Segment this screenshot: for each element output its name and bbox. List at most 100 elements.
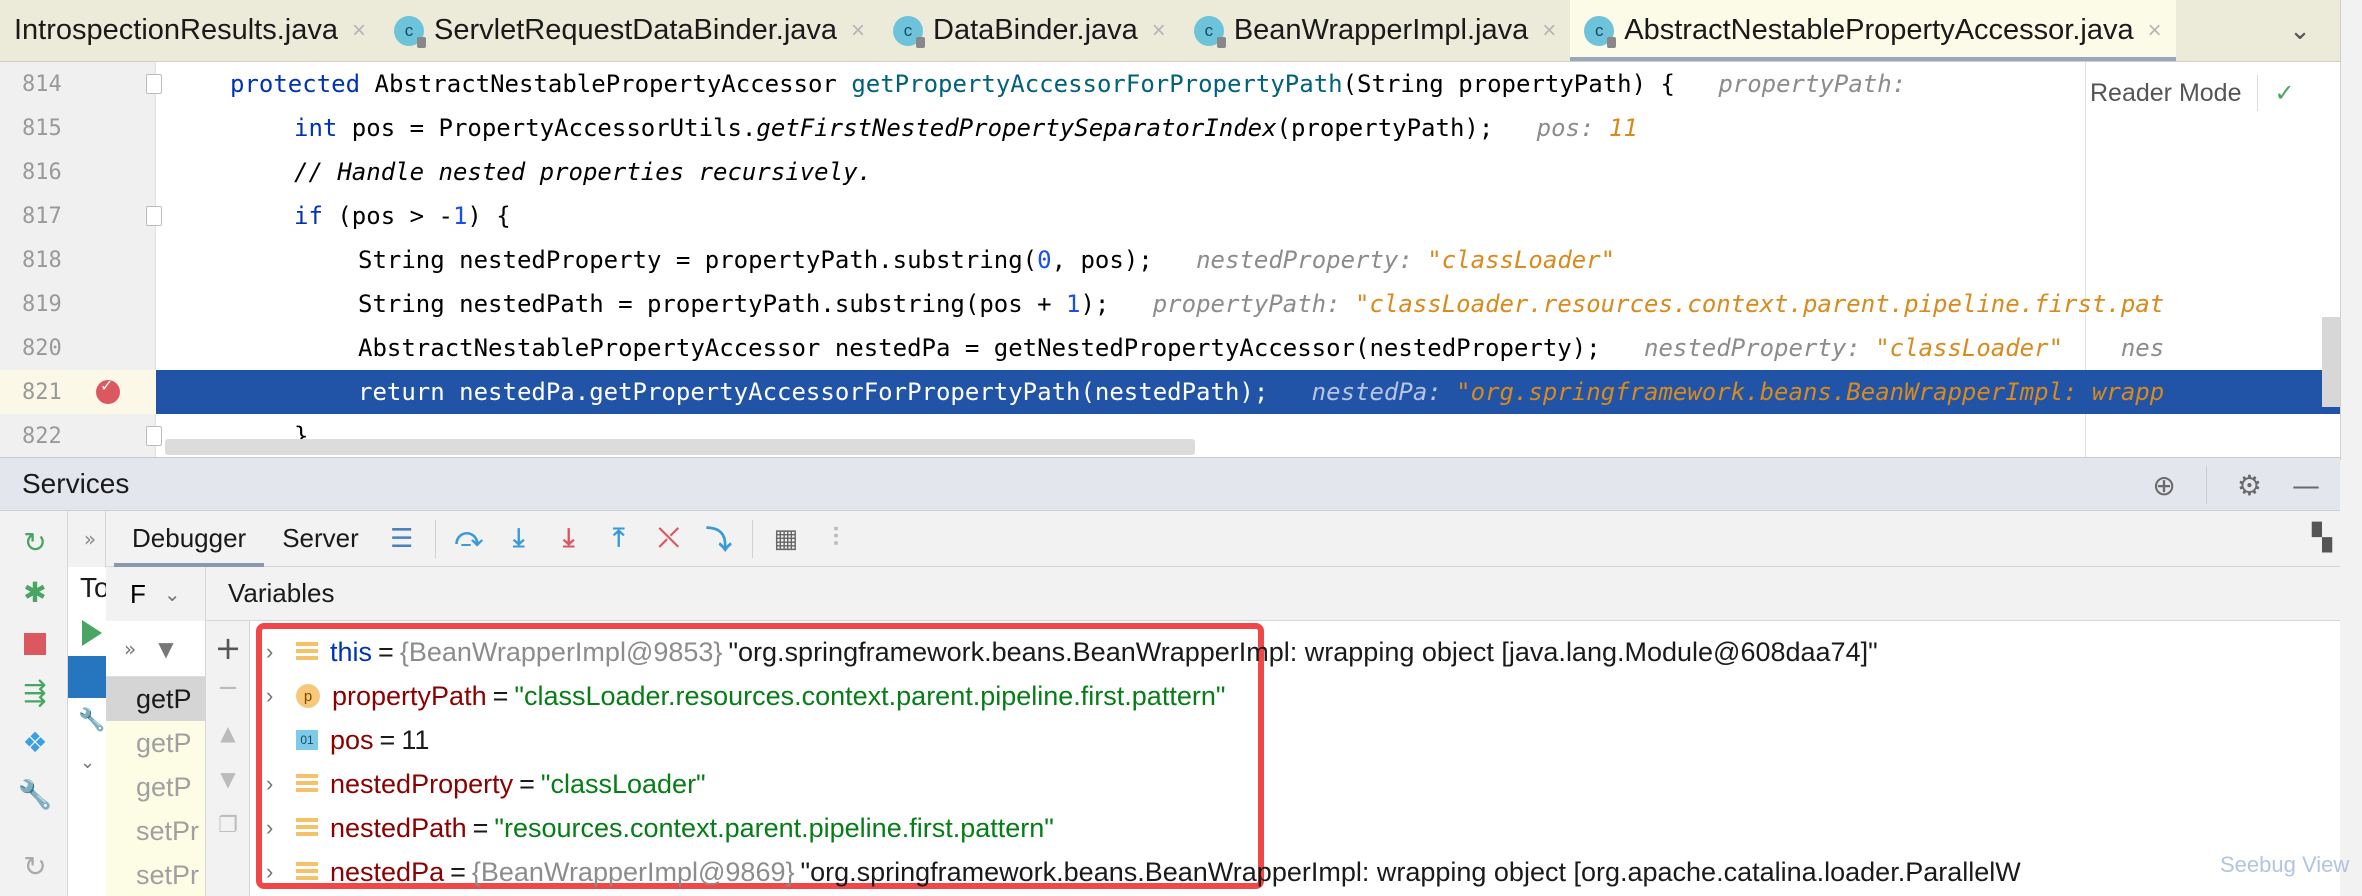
variable-name: pos xyxy=(330,724,374,755)
debug-bug-icon[interactable]: ✱ xyxy=(20,576,50,609)
expand-arrow-icon[interactable]: › xyxy=(266,683,296,709)
code-line[interactable]: 815 int pos = PropertyAccessorUtils.getF… xyxy=(0,106,2340,150)
expand-arrow-icon[interactable]: › xyxy=(266,859,296,885)
code-line[interactable]: 817 if (pos > -1) { xyxy=(0,194,2340,238)
selected-tree-item[interactable] xyxy=(68,656,106,698)
code-text: AbstractNestablePropertyAccessor nestedP… xyxy=(358,334,2165,362)
services-tool-strip: ↻ ✱ ⇶ ❖ 🔧 ↻ xyxy=(0,511,68,896)
variable-row[interactable]: › nestedPath = "resources.context.parent.pi… xyxy=(266,806,1054,850)
fold-marker-icon[interactable] xyxy=(146,426,162,446)
tab-introspection-results[interactable]: IntrospectionResults.java × xyxy=(0,0,380,61)
more-tabs-icon[interactable]: » xyxy=(76,527,104,551)
code-text: String nestedPath = propertyPath.substri… xyxy=(358,290,2165,318)
tab-bean-wrapper-impl[interactable]: c BeanWrapperImpl.java × xyxy=(1180,0,1570,61)
evaluate-expression-icon[interactable]: ▦ xyxy=(768,519,804,559)
reader-mode-toggle[interactable]: Reader Mode ✓ xyxy=(2090,62,2310,124)
copy-icon[interactable]: ❐ xyxy=(214,813,242,838)
equals-sign: = xyxy=(379,724,396,755)
gear-icon[interactable]: ⚙ xyxy=(2237,469,2262,502)
stop-icon[interactable] xyxy=(20,629,50,659)
breakpoint-icon[interactable] xyxy=(96,376,120,404)
equals-sign: = xyxy=(519,768,535,799)
current-execution-line[interactable]: 821 return nestedPa.getPropertyAccessorF… xyxy=(0,370,2340,414)
code-line[interactable]: 818 String nestedProperty = propertyPath… xyxy=(0,238,2340,282)
chevron-down-icon[interactable]: ⌄ xyxy=(2270,0,2330,61)
frame-item[interactable]: getP xyxy=(106,677,205,721)
variable-row[interactable]: › this = {BeanWrapperImpl@9853} "org.springf… xyxy=(266,630,1878,674)
remove-watch-icon[interactable]: − xyxy=(214,673,242,703)
force-step-into-icon[interactable]: ⤓ xyxy=(551,519,587,559)
inline-debug-hint: nestedPa: xyxy=(1311,378,1457,406)
frame-item[interactable]: setPr xyxy=(106,853,205,896)
trace-current-stream-icon[interactable]: ⫶ xyxy=(818,519,854,559)
step-into-icon[interactable]: ⤓ xyxy=(501,519,537,559)
chevron-down-icon[interactable]: ⌄ xyxy=(80,752,95,773)
editor-tab-bar: IntrospectionResults.java × c ServletReq… xyxy=(0,0,2340,62)
move-down-icon[interactable]: ▼ xyxy=(214,767,242,791)
tab-label: IntrospectionResults.java xyxy=(14,14,338,46)
code-line[interactable]: 819 String nestedPath = propertyPath.sub… xyxy=(0,282,2340,326)
expand-arrow-icon[interactable]: › xyxy=(266,771,296,797)
reader-mode-label[interactable]: Reader Mode xyxy=(2090,79,2241,108)
deploy-icon[interactable]: ⇶ xyxy=(20,676,50,709)
code-line[interactable]: 820 AbstractNestablePropertyAccessor nes… xyxy=(0,326,2340,370)
frame-item[interactable]: setPr xyxy=(106,809,205,853)
parameter-icon: p xyxy=(296,684,320,708)
frame-item[interactable]: getP xyxy=(106,765,205,809)
horizontal-scrollbar[interactable] xyxy=(165,439,1195,455)
tab-server[interactable]: Server xyxy=(264,511,377,567)
code-line[interactable]: 814 protected AbstractNestablePropertyAc… xyxy=(0,62,2340,106)
frames-header[interactable]: F ⌄ xyxy=(106,567,206,621)
more-icon[interactable]: » xyxy=(124,637,136,661)
move-up-icon[interactable]: ▲ xyxy=(214,721,242,745)
tab-abstract-nestable-property-accessor[interactable]: c AbstractNestablePropertyAccessor.java … xyxy=(1570,0,2176,61)
step-out-icon[interactable]: ⤒ xyxy=(601,519,637,559)
fold-marker-icon[interactable] xyxy=(146,74,162,94)
show-execution-point-icon[interactable]: ☰ xyxy=(384,519,420,559)
variable-row[interactable]: › p propertyPath = "classLoader.resources.co… xyxy=(266,674,1225,718)
frame-item[interactable]: getP xyxy=(106,721,205,765)
add-watch-icon[interactable]: + xyxy=(214,629,242,667)
inline-debug-hint: propertyPath: xyxy=(1152,290,1356,318)
group-services-icon[interactable]: ❖ xyxy=(20,726,50,759)
tab-label: ServletRequestDataBinder.java xyxy=(434,14,838,46)
rerun-icon[interactable]: ↻ xyxy=(20,526,50,559)
expand-arrow-icon[interactable]: › xyxy=(266,639,296,665)
tab-servlet-request-data-binder[interactable]: c ServletRequestDataBinder.java × xyxy=(380,0,879,61)
variable-row[interactable]: › nestedPa = {BeanWrapperImpl@9869} "org.spr… xyxy=(266,850,2021,894)
close-icon[interactable]: × xyxy=(851,17,865,45)
close-icon[interactable]: × xyxy=(352,17,366,45)
equals-sign: = xyxy=(472,812,489,843)
crosshair-icon[interactable]: ⊕ xyxy=(2152,469,2175,502)
chevron-down-icon[interactable]: ⌄ xyxy=(164,582,181,607)
run-to-cursor-icon[interactable]: ⤵ xyxy=(701,519,737,559)
inline-debug-hint: nestedProperty: xyxy=(1196,246,1428,274)
code-line[interactable]: 816 // Handle nested properties recursiv… xyxy=(0,150,2340,194)
dropdown-icon[interactable]: ▼ xyxy=(158,637,173,661)
refresh-icon[interactable]: ↻ xyxy=(20,850,50,883)
close-icon[interactable]: × xyxy=(1542,17,1556,45)
drop-frame-icon[interactable]: ⤬ xyxy=(651,519,687,559)
expand-arrow-icon[interactable]: › xyxy=(266,815,296,841)
minimize-icon[interactable]: — xyxy=(2292,469,2320,502)
close-icon[interactable]: × xyxy=(1152,17,1166,45)
inspection-ok-icon[interactable]: ✓ xyxy=(2274,79,2294,108)
vertical-scrollbar[interactable] xyxy=(2322,317,2340,407)
tab-debugger[interactable]: Debugger xyxy=(114,511,265,567)
layout-settings-icon[interactable]: ▚ xyxy=(2312,523,2332,553)
code-editor[interactable]: 814 protected AbstractNestablePropertyAc… xyxy=(0,62,2340,457)
variable-row[interactable]: 01 pos = 11 xyxy=(266,718,429,762)
fold-marker-icon[interactable] xyxy=(146,206,162,226)
play-icon[interactable] xyxy=(82,620,102,646)
java-class-icon: c xyxy=(893,15,926,48)
line-number: 814 xyxy=(22,71,62,97)
variable-row[interactable]: › nestedProperty = "classLoader" xyxy=(266,762,706,806)
step-over-icon[interactable]: ⤼ xyxy=(451,519,487,559)
variable-value: "org.springframework.beans.BeanWrapperIm… xyxy=(728,636,1878,667)
variable-value: "classLoader" xyxy=(540,768,706,799)
wrench-icon[interactable]: 🔧 xyxy=(18,778,53,811)
equals-sign: = xyxy=(378,636,394,667)
tab-data-binder[interactable]: c DataBinder.java × xyxy=(879,0,1180,61)
close-icon[interactable]: × xyxy=(2148,17,2162,45)
equals-sign: = xyxy=(450,856,466,887)
